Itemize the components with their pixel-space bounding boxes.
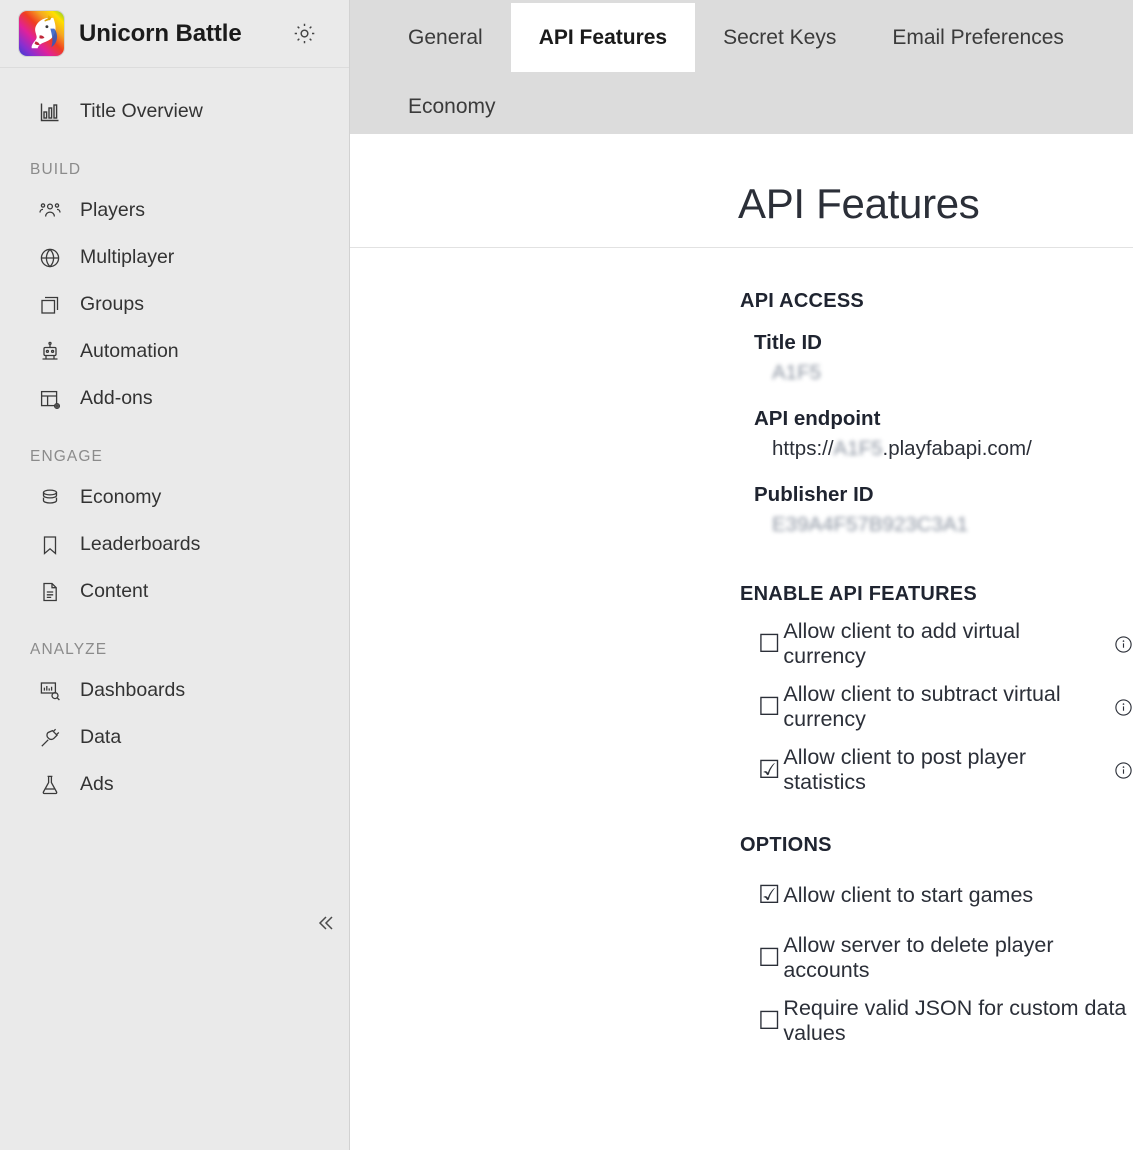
tab-api-features[interactable]: API Features [511, 3, 695, 72]
globe-icon [38, 246, 68, 270]
tab-bar: General API Features Secret Keys Email P… [350, 0, 1133, 134]
checkbox-row-allow-client-start-games[interactable]: ☑ Allow client to start games [740, 875, 1133, 915]
options-section: OPTIONS ☑ Allow client to start games ☐ … [740, 834, 1133, 1041]
checkbox-row-allow-server-delete-accounts[interactable]: ☐ Allow server to delete player accounts [740, 938, 1133, 978]
sidebar-section-engage: ENGAGE [0, 448, 349, 466]
api-access-heading: API ACCESS [740, 290, 1133, 313]
unicorn-app-icon [18, 10, 65, 57]
sidebar-item-label: Ads [80, 773, 114, 796]
sidebar-item-label: Dashboards [80, 679, 185, 702]
flask-icon [38, 773, 68, 797]
checkbox-row-require-valid-json[interactable]: ☐ Require valid JSON for custom data val… [740, 1001, 1133, 1041]
sidebar-section-analyze: ANALYZE [0, 641, 349, 659]
main-content: General API Features Secret Keys Email P… [350, 0, 1133, 1150]
checkbox-require-valid-json[interactable]: ☐ [758, 1009, 780, 1034]
checkbox-label: Allow client to start games [783, 883, 1033, 908]
checkbox-label: Allow client to subtract virtual currenc… [783, 682, 1105, 732]
bar-chart-icon [38, 100, 68, 124]
checkbox-label: Require valid JSON for custom data value… [783, 996, 1133, 1046]
api-endpoint-label: API endpoint [754, 407, 1133, 431]
sidebar-item-players[interactable]: Players [0, 187, 349, 234]
checkbox-label: Allow server to delete player accounts [783, 933, 1133, 983]
api-endpoint-value: https://A1F5.playfabapi.com/ [754, 437, 1133, 461]
api-endpoint-suffix: .playfabapi.com/ [883, 437, 1032, 460]
sidebar-item-data[interactable]: Data [0, 714, 349, 761]
sidebar-item-groups[interactable]: Groups [0, 281, 349, 328]
sidebar-item-label: Data [80, 726, 121, 749]
document-icon [38, 580, 68, 604]
people-icon [38, 199, 68, 223]
info-icon[interactable] [1114, 761, 1133, 780]
api-endpoint-redacted-id: A1F5 [834, 437, 883, 460]
options-heading: OPTIONS [740, 834, 1133, 857]
sidebar-item-label: Players [80, 199, 145, 222]
api-endpoint-field: API endpoint https://A1F5.playfabapi.com… [740, 407, 1133, 461]
sidebar-item-dashboards[interactable]: Dashboards [0, 667, 349, 714]
info-icon[interactable] [1114, 698, 1133, 717]
sidebar-item-automation[interactable]: Automation [0, 328, 349, 375]
publisher-id-value: E39A4F57B923C3A1 [754, 513, 1133, 537]
sidebar-item-label: Content [80, 580, 148, 603]
tab-email-preferences[interactable]: Email Preferences [864, 3, 1092, 72]
sidebar-item-content[interactable]: Content [0, 568, 349, 615]
sidebar-item-label: Title Overview [80, 100, 203, 123]
enable-api-features-heading: ENABLE API FEATURES [740, 583, 1133, 606]
checkbox-allow-client-post-statistics[interactable]: ☑ [758, 758, 780, 783]
app-root: Unicorn Battle Title Overvi [0, 0, 1133, 1150]
app-title: Unicorn Battle [79, 20, 242, 48]
sidebar-item-label: Economy [80, 486, 161, 509]
stacked-squares-icon [38, 293, 68, 317]
checkbox-label: Allow client to post player statistics [783, 745, 1105, 795]
sidebar-item-add-ons[interactable]: Add-ons [0, 375, 349, 422]
checkbox-row-allow-client-post-statistics[interactable]: ☑ Allow client to post player statistics [740, 750, 1133, 790]
tab-economy[interactable]: Economy [380, 72, 524, 141]
sidebar-item-ads[interactable]: Ads [0, 761, 349, 808]
sidebar-nav: Title Overview BUILD Players [0, 68, 349, 808]
checkbox-allow-client-start-games[interactable]: ☑ [758, 883, 780, 908]
robot-icon [38, 340, 68, 364]
title-id-field: Title ID A1F5 [740, 331, 1133, 385]
checkbox-label: Allow client to add virtual currency [783, 619, 1105, 669]
chart-search-icon [38, 679, 68, 703]
publisher-id-field: Publisher ID E39A4F57B923C3A1 [740, 483, 1133, 537]
sidebar-item-economy[interactable]: Economy [0, 474, 349, 521]
checkbox-allow-client-subtract-currency[interactable]: ☐ [758, 695, 780, 720]
table-gear-icon [38, 387, 68, 411]
sidebar-item-label: Leaderboards [80, 533, 200, 556]
sidebar-collapse-button[interactable] [310, 908, 340, 938]
gear-icon[interactable] [289, 18, 319, 48]
sidebar-item-label: Multiplayer [80, 246, 174, 269]
sidebar-item-leaderboards[interactable]: Leaderboards [0, 521, 349, 568]
sidebar-item-label: Automation [80, 340, 179, 363]
title-id-value: A1F5 [754, 361, 1133, 385]
sidebar-item-label: Add-ons [80, 387, 153, 410]
api-endpoint-prefix: https:// [772, 437, 834, 460]
sidebar-item-multiplayer[interactable]: Multiplayer [0, 234, 349, 281]
sidebar-item-label: Groups [80, 293, 144, 316]
checkbox-allow-client-add-currency[interactable]: ☐ [758, 632, 780, 657]
settings-content: API ACCESS Title ID A1F5 API endpoint ht… [350, 248, 1133, 1041]
checkbox-allow-server-delete-accounts[interactable]: ☐ [758, 946, 780, 971]
sidebar: Unicorn Battle Title Overvi [0, 0, 350, 1150]
info-icon[interactable] [1114, 635, 1133, 654]
tab-secret-keys[interactable]: Secret Keys [695, 3, 864, 72]
bookmark-icon [38, 533, 68, 557]
tab-general[interactable]: General [380, 3, 511, 72]
checkbox-row-allow-client-subtract-currency[interactable]: ☐ Allow client to subtract virtual curre… [740, 687, 1133, 727]
enable-api-features-section: ENABLE API FEATURES ☐ Allow client to ad… [740, 583, 1133, 790]
app-header: Unicorn Battle [0, 0, 349, 68]
page-header: API Features [350, 134, 1133, 248]
publisher-id-label: Publisher ID [754, 483, 1133, 507]
coins-stack-icon [38, 486, 68, 510]
sidebar-section-build: BUILD [0, 161, 349, 179]
plug-icon [38, 726, 68, 750]
page-title: API Features [738, 180, 1133, 228]
title-id-label: Title ID [754, 331, 1133, 355]
checkbox-row-allow-client-add-currency[interactable]: ☐ Allow client to add virtual currency [740, 624, 1133, 664]
sidebar-item-title-overview[interactable]: Title Overview [0, 88, 349, 135]
api-access-section: API ACCESS Title ID A1F5 API endpoint ht… [740, 290, 1133, 537]
